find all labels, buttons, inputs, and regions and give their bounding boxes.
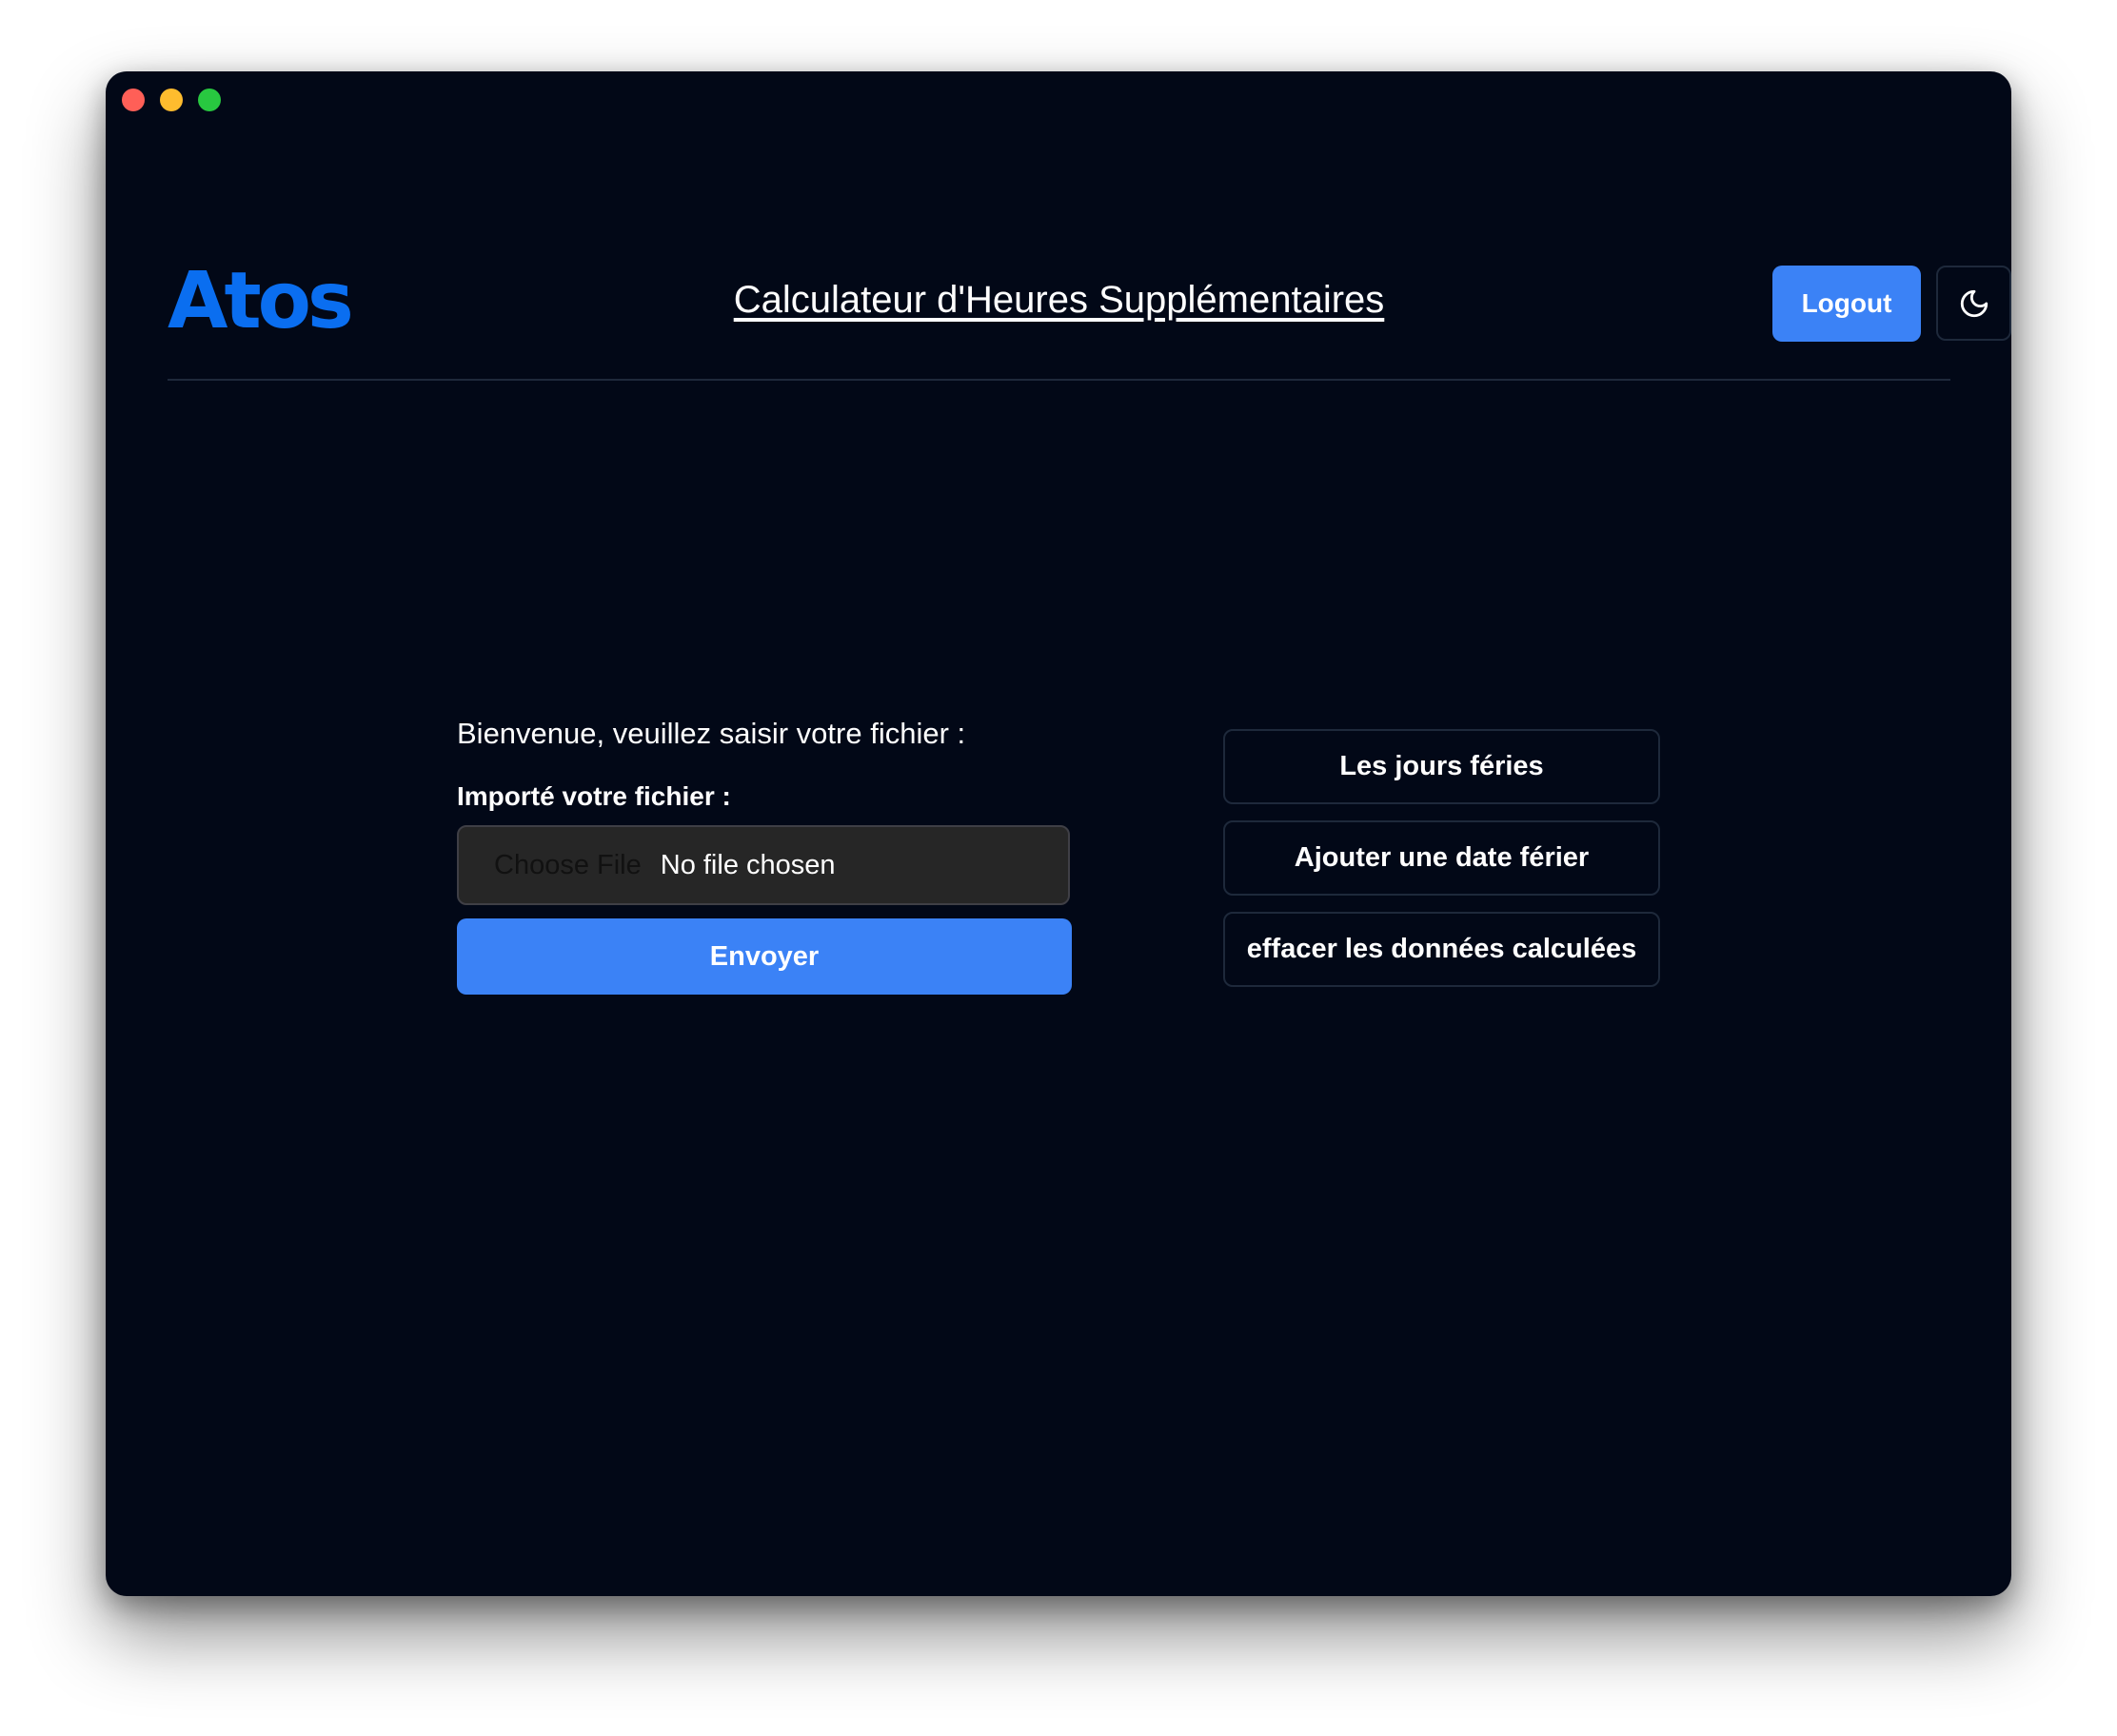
theme-toggle-button[interactable]: [1936, 266, 2011, 341]
submit-button[interactable]: Envoyer: [457, 918, 1072, 995]
window-controls: [122, 89, 221, 111]
holidays-button[interactable]: Les jours féries: [1223, 729, 1660, 804]
choose-file-button[interactable]: Choose File: [494, 850, 642, 881]
maximize-window-button[interactable]: [198, 89, 221, 111]
file-status-text: No file chosen: [660, 849, 836, 880]
close-window-button[interactable]: [122, 89, 145, 111]
file-input-label: Importé votre fichier :: [457, 781, 731, 811]
minimize-window-button[interactable]: [160, 89, 183, 111]
welcome-text: Bienvenue, veuillez saisir votre fichier…: [457, 717, 966, 750]
moon-icon: [1960, 289, 1988, 317]
add-holiday-button[interactable]: Ajouter une date férier: [1223, 820, 1660, 896]
clear-data-button[interactable]: effacer les données calculées: [1223, 912, 1660, 987]
action-buttons: Les jours féries Ajouter une date férier…: [1223, 729, 1660, 987]
app-window: Atos Calculateur d'Heures Supplémentaire…: [106, 71, 2011, 1596]
file-input[interactable]: Choose File No file chosen: [457, 825, 1070, 905]
logout-button[interactable]: Logout: [1772, 266, 1921, 342]
page-title-link[interactable]: Calculateur d'Heures Supplémentaires: [734, 279, 1385, 321]
app-header: Atos Calculateur d'Heures Supplémentaire…: [168, 193, 2011, 381]
upload-form: Bienvenue, veuillez saisir votre fichier…: [457, 717, 1074, 995]
page-title: Calculateur d'Heures Supplémentaires: [168, 279, 1950, 322]
